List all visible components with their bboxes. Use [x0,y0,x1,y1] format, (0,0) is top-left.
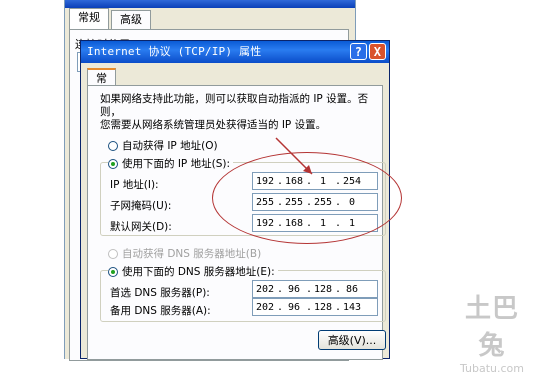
watermark-logo: 土巴兔 [464,294,519,361]
watermark-url: Tubatu.com [459,362,525,375]
watermark: 土巴兔 Tubatu.com [452,288,532,375]
